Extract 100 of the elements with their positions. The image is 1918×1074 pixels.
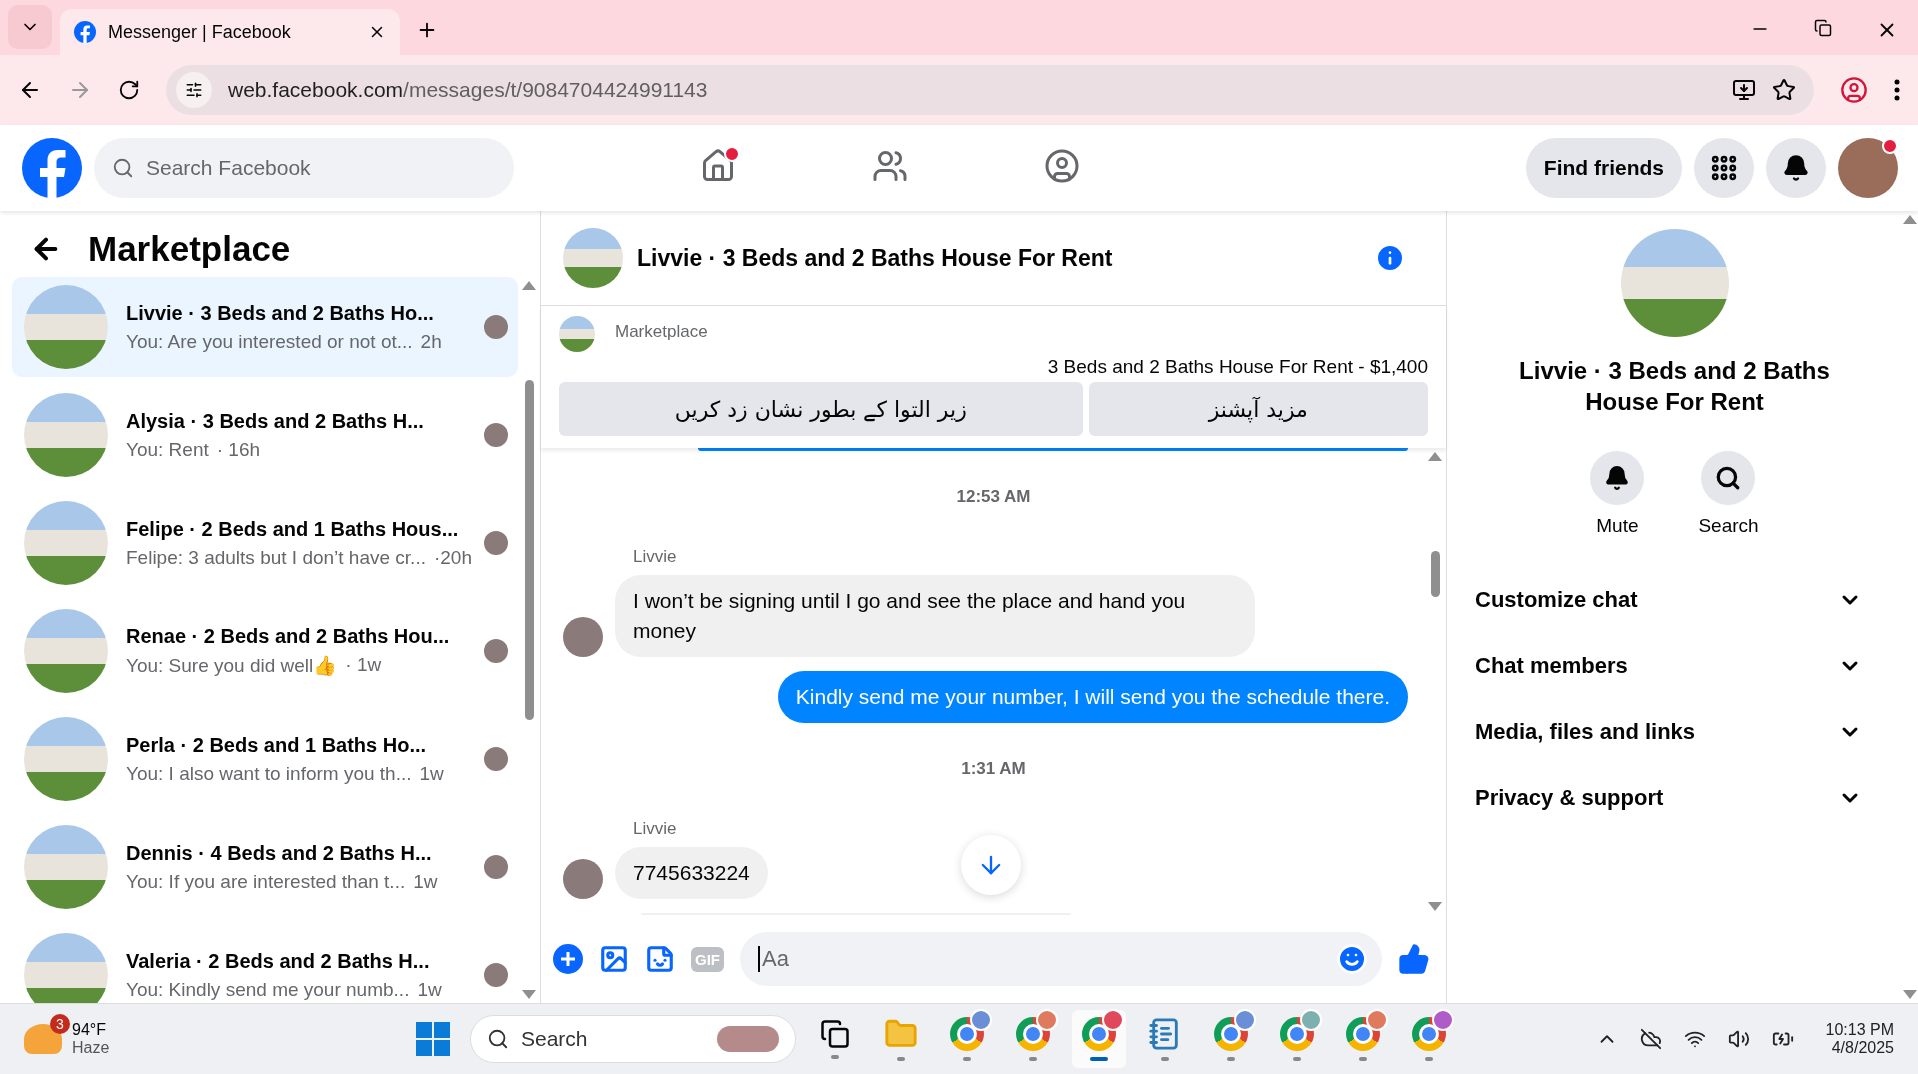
message-time: 2h [420, 330, 442, 353]
search-icon [487, 1028, 509, 1050]
sidebar-title: Marketplace [88, 229, 291, 269]
scrollbar-thumb[interactable] [1430, 551, 1440, 597]
group-icon [1043, 148, 1080, 184]
avatar [484, 855, 508, 879]
conversation-title: Renae · 2 Beds and 2 Baths Hou... [126, 625, 450, 648]
people-icon [871, 148, 908, 184]
search-icon [112, 157, 134, 179]
scroll-down-icon[interactable] [1428, 902, 1442, 911]
site-settings-icon[interactable] [185, 81, 203, 99]
bell-icon [1782, 154, 1810, 182]
timestamp: 1:31 AM [960, 759, 1027, 780]
listing-action-button[interactable]: مزید آپشنز [1088, 382, 1428, 436]
cloud-icon[interactable] [1639, 1028, 1662, 1050]
message-preview: You: Rent [126, 438, 209, 461]
emoji-icon[interactable] [1336, 943, 1368, 975]
listing-title: 3 Beds and 2 Baths House For Rent - $1,400 [1047, 356, 1428, 378]
thumbs-up-icon[interactable] [1398, 943, 1430, 975]
find-friends-button[interactable]: Find friends [1525, 138, 1682, 198]
message-preview: You: Sure you did well👍 [126, 654, 338, 677]
conversation-item[interactable]: Livvie · 3 Beds and 2 Baths Ho... You: Are you interested or not ot... 2h [12, 277, 518, 377]
message-time: 1w [419, 762, 444, 785]
profile-icon[interactable] [1840, 76, 1868, 104]
message-preview: Felipe: 3 adults but I don’t have cr... [126, 546, 426, 569]
conversation-item[interactable]: Alysia · 3 Beds and 2 Baths H... You: Rent · 16h [12, 385, 518, 485]
taskbar-search[interactable]: Search [470, 1015, 796, 1063]
search-icon [1715, 465, 1742, 491]
conversation-title: Livvie · 3 Beds and 2 Baths Ho... [126, 301, 434, 325]
volume-icon[interactable] [1727, 1028, 1750, 1050]
section-header[interactable]: Customize chat [1447, 567, 1902, 633]
bookmark-star-icon[interactable] [1772, 78, 1796, 102]
clock-date[interactable]: 4/8/2025 [1831, 1039, 1894, 1057]
avatar [563, 617, 603, 658]
browser-tab[interactable]: Messenger | Facebook [60, 9, 400, 55]
avatar [484, 531, 508, 555]
start-icon[interactable] [416, 1022, 450, 1056]
notification-badge: 3 [50, 1014, 70, 1034]
sender-name: Livvie [632, 819, 678, 840]
avatar[interactable] [1838, 138, 1898, 198]
message-time: · 1w [345, 654, 382, 677]
message-time: ·20h [433, 546, 472, 569]
section-header[interactable]: Media, files and links [1447, 699, 1902, 765]
image-icon[interactable] [599, 944, 629, 974]
install-icon[interactable] [1732, 78, 1756, 102]
weather-condition: Haze [72, 1039, 110, 1057]
chat-title: Livvie · 3 Beds and 2 Baths House For Rent [1518, 356, 1831, 417]
timestamp: 12:53 AM [955, 487, 1032, 508]
temperature: 94°F [72, 1021, 107, 1039]
grid-icon [1709, 153, 1739, 183]
message-time: 1w [413, 870, 438, 893]
chat-title: Livvie · 3 Beds and 2 Baths House For Rent [637, 244, 1114, 272]
message-bubble: I won’t be signing until I go and see the place and hand you money [615, 575, 1255, 658]
scroll-up-icon[interactable] [1428, 452, 1442, 461]
plus-icon[interactable] [553, 944, 583, 974]
clock-time[interactable]: 10:13 PM [1825, 1021, 1894, 1039]
facebook-logo-icon [74, 21, 96, 43]
reload-icon[interactable] [118, 79, 140, 101]
search-field[interactable]: Search Facebook [94, 138, 514, 198]
scroll-down-button[interactable] [961, 835, 1021, 895]
message-input[interactable]: Aa [740, 932, 1382, 986]
sender-name: Livvie [632, 547, 678, 568]
conversation-title: Valeria · 2 Beds and 2 Baths H... [126, 949, 430, 973]
scroll-up-icon[interactable] [522, 281, 536, 290]
conversation-item[interactable]: Renae · 2 Beds and 2 Baths Hou... You: Sure you did well👍 · 1w [12, 601, 518, 701]
task-view-icon [820, 1019, 850, 1049]
facebook-logo-icon[interactable] [22, 138, 82, 198]
conversation-title: Felipe · 2 Beds and 1 Baths Hous... [126, 517, 459, 541]
avatar [484, 423, 508, 447]
menu-button[interactable] [1694, 138, 1754, 198]
message-time: 1w [417, 978, 442, 1001]
scroll-up-icon[interactable] [1903, 215, 1917, 224]
avatar [484, 639, 508, 663]
conversation-title: Alysia · 3 Beds and 2 Baths H... [126, 409, 424, 433]
scrollbar-thumb[interactable] [524, 380, 534, 720]
conversation-item[interactable]: Felipe · 2 Beds and 1 Baths Hous... Felipe: 3 adults but I don’t have cr... ·20h [12, 493, 518, 593]
message-preview: You: Kindly send me your numb... [126, 978, 410, 1001]
address-bar[interactable]: web.facebook.com/messages/t/9084704424991143 [166, 65, 1814, 115]
listing-label: Marketplace [615, 322, 708, 343]
avatar [484, 747, 508, 771]
menu-icon[interactable] [1894, 79, 1900, 101]
message-preview: You: Are you interested or not ot... [126, 330, 413, 353]
conversation-title: Perla · 2 Beds and 1 Baths Ho... [126, 733, 427, 757]
avatar [484, 963, 508, 987]
bell-icon [1604, 465, 1631, 491]
photo-placeholder [559, 316, 595, 352]
conversation-item[interactable]: Dennis · 4 Beds and 2 Baths H... You: If you are interested than t... 1w [12, 817, 518, 917]
section-header[interactable]: Chat members [1447, 633, 1902, 699]
restore-icon[interactable] [1814, 19, 1832, 37]
section-header[interactable]: Privacy & support [1447, 765, 1902, 831]
message-bubble: 7745633224 [615, 847, 768, 900]
avatar [563, 859, 603, 900]
sticker-icon[interactable] [645, 944, 675, 974]
conversation-title: Dennis · 4 Beds and 2 Baths H... [126, 841, 432, 865]
conversation-item[interactable]: Perla · 2 Beds and 1 Baths Ho... You: I also want to inform you th... 1w [12, 709, 518, 809]
listing-action-button[interactable]: زیر التوا کے بطور نشان زد کریں [559, 382, 1083, 436]
photo-placeholder [717, 1026, 779, 1052]
photo-placeholder [563, 228, 623, 288]
message-preview: You: I also want to inform you th... [126, 762, 412, 785]
message-time: · 16h [216, 438, 261, 461]
